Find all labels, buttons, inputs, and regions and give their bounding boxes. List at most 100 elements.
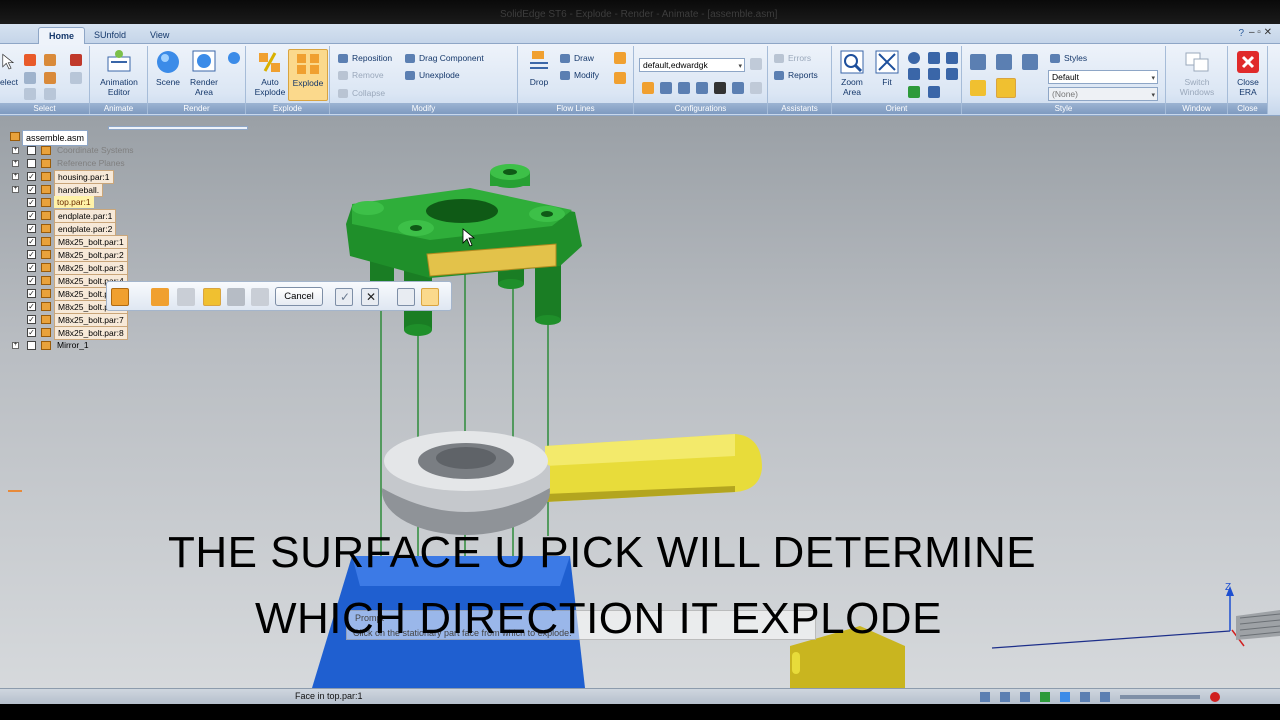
expand-icon[interactable]: + bbox=[12, 147, 19, 154]
fit-button[interactable]: Fit bbox=[872, 49, 902, 87]
errors-button[interactable]: Errors bbox=[774, 52, 811, 65]
direction-step-icon[interactable] bbox=[227, 288, 245, 306]
preview-icon[interactable] bbox=[397, 288, 415, 306]
auto-explode-button[interactable]: Auto Explode bbox=[250, 49, 290, 97]
options-icon[interactable] bbox=[251, 288, 269, 306]
select-option-icon[interactable] bbox=[44, 88, 56, 100]
switch-windows-button[interactable]: Switch Windows bbox=[1170, 49, 1224, 97]
view-cube-icon[interactable] bbox=[970, 54, 986, 70]
style-combo[interactable]: Default ▾ bbox=[1048, 70, 1158, 84]
configuration-tool-icon[interactable] bbox=[642, 82, 654, 94]
shaded-icon[interactable] bbox=[970, 80, 986, 96]
remove-button[interactable]: Remove bbox=[338, 69, 384, 82]
face-step-icon[interactable] bbox=[203, 288, 221, 306]
select-option-icon[interactable] bbox=[44, 54, 56, 66]
view-control-icon[interactable] bbox=[1040, 692, 1050, 702]
visibility-checkbox[interactable]: ✓ bbox=[27, 302, 36, 311]
flowline-option-icon[interactable] bbox=[614, 72, 626, 84]
configuration-tool-icon[interactable] bbox=[750, 82, 762, 94]
visibility-checkbox[interactable]: ✓ bbox=[27, 315, 36, 324]
tree-item[interactable]: ✓ endplate.par:2 bbox=[8, 222, 248, 236]
zoom-icon[interactable] bbox=[908, 52, 920, 64]
handle-part[interactable] bbox=[545, 434, 762, 502]
tree-item[interactable]: ✓ top.par:1 bbox=[8, 196, 248, 209]
configuration-tool-icon[interactable] bbox=[678, 82, 690, 94]
tree-item[interactable]: ✓ endplate.par:1 bbox=[8, 209, 248, 223]
visibility-checkbox[interactable]: ✓ bbox=[27, 198, 36, 207]
explode-step-icon[interactable] bbox=[111, 288, 129, 306]
select-option-icon[interactable] bbox=[24, 88, 36, 100]
view-control-icon[interactable] bbox=[980, 692, 990, 702]
pan-icon[interactable] bbox=[928, 52, 940, 64]
select-option-icon[interactable] bbox=[70, 54, 82, 66]
unexplode-button[interactable]: Unexplode bbox=[405, 69, 460, 82]
view-control-icon[interactable] bbox=[1020, 692, 1030, 702]
select-option-icon[interactable] bbox=[70, 72, 82, 84]
visibility-checkbox[interactable]: ✓ bbox=[27, 250, 36, 259]
shaded-edges-icon[interactable] bbox=[996, 78, 1016, 98]
view-control-icon[interactable] bbox=[1000, 692, 1010, 702]
view-option-icon[interactable] bbox=[946, 68, 958, 80]
view-option-icon[interactable] bbox=[908, 68, 920, 80]
select-option-icon[interactable] bbox=[24, 72, 36, 84]
tree-item[interactable]: + Coordinate Systems bbox=[8, 144, 248, 157]
tree-item[interactable]: ✓ M8x25_bolt.par:8 bbox=[8, 326, 248, 340]
expand-icon[interactable]: + bbox=[12, 186, 19, 193]
drag-component-button[interactable]: Drag Component bbox=[405, 52, 484, 65]
styles-button[interactable]: Styles bbox=[1050, 52, 1087, 65]
accept-icon[interactable]: ✓ bbox=[335, 288, 353, 306]
configuration-tool-icon[interactable] bbox=[732, 82, 744, 94]
view-control-icon[interactable] bbox=[1060, 692, 1070, 702]
expand-icon[interactable]: + bbox=[12, 342, 19, 349]
handle-ring-part[interactable] bbox=[382, 431, 550, 535]
tree-item[interactable]: ✓ M8x25_bolt.par:3 bbox=[8, 261, 248, 275]
tree-item[interactable]: ✓ M8x25_bolt.par:7 bbox=[8, 313, 248, 327]
expand-icon[interactable]: + bbox=[12, 173, 19, 180]
visibility-checkbox[interactable]: ✓ bbox=[27, 289, 36, 298]
visibility-checkbox[interactable] bbox=[27, 159, 36, 168]
window-controls-icon[interactable]: – ▫ ✕ bbox=[1249, 27, 1272, 38]
configuration-tool-icon[interactable] bbox=[660, 82, 672, 94]
view-option-icon[interactable] bbox=[928, 68, 940, 80]
tab-view[interactable]: View bbox=[140, 27, 179, 44]
reject-icon[interactable]: ✕ bbox=[361, 288, 379, 306]
configuration-option-icon[interactable] bbox=[750, 58, 762, 70]
tree-scrollbar[interactable] bbox=[108, 126, 248, 130]
view-control-icon[interactable] bbox=[1080, 692, 1090, 702]
view-cube-icon[interactable] bbox=[1022, 54, 1038, 70]
help-icon[interactable]: ? bbox=[1238, 28, 1244, 39]
visibility-checkbox[interactable] bbox=[27, 146, 36, 155]
render-area-button[interactable]: Render Area bbox=[186, 49, 222, 97]
explode-button[interactable]: Explode bbox=[288, 49, 328, 101]
cancel-button[interactable]: Cancel bbox=[275, 287, 323, 306]
tree-item[interactable]: + Mirror_1 bbox=[8, 339, 248, 352]
collapse-button[interactable]: Collapse bbox=[338, 87, 385, 100]
tree-item[interactable]: ✓ M8x25_bolt.par:1 bbox=[8, 235, 248, 249]
view-cube-icon[interactable] bbox=[996, 54, 1012, 70]
graphics-viewport[interactable]: Z assemble.asm + Coordinate Systems + Refer… bbox=[0, 116, 1280, 688]
visibility-checkbox[interactable]: ✓ bbox=[27, 237, 36, 246]
visibility-checkbox[interactable]: ✓ bbox=[27, 185, 36, 194]
drop-button[interactable]: Drop bbox=[522, 49, 556, 87]
tab-sunfold[interactable]: SUnfold bbox=[84, 27, 136, 44]
visibility-checkbox[interactable]: ✓ bbox=[27, 276, 36, 285]
configuration-tool-icon[interactable] bbox=[696, 82, 708, 94]
visibility-checkbox[interactable] bbox=[27, 341, 36, 350]
view-control-icon[interactable] bbox=[1100, 692, 1110, 702]
rotate-icon[interactable] bbox=[908, 86, 920, 98]
reports-button[interactable]: Reports bbox=[774, 69, 818, 82]
animation-editor-button[interactable]: Animation Editor bbox=[92, 49, 146, 97]
visibility-checkbox[interactable]: ✓ bbox=[27, 328, 36, 337]
visibility-checkbox[interactable]: ✓ bbox=[27, 211, 36, 220]
view-option-icon[interactable] bbox=[928, 86, 940, 98]
flowline-option-icon[interactable] bbox=[614, 52, 626, 64]
visibility-checkbox[interactable]: ✓ bbox=[27, 172, 36, 181]
tab-home[interactable]: Home bbox=[38, 27, 86, 44]
scene-button[interactable]: Scene bbox=[150, 49, 186, 87]
select-option-icon[interactable] bbox=[44, 72, 56, 84]
configuration-combo[interactable]: default,edwardgk ▾ bbox=[639, 58, 745, 72]
tree-item[interactable]: + ✓ housing.par:1 bbox=[8, 170, 248, 184]
zoom-slider[interactable] bbox=[1120, 695, 1200, 699]
visibility-checkbox[interactable]: ✓ bbox=[27, 224, 36, 233]
camera-icon[interactable] bbox=[714, 82, 726, 94]
